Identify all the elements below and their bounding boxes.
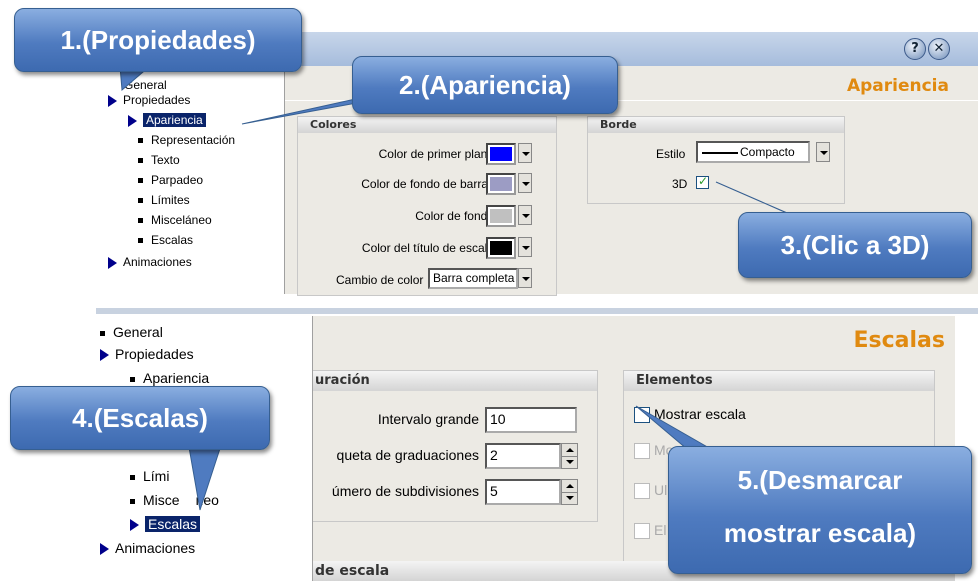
callout-clic-3d: 3.(Clic a 3D): [738, 212, 972, 278]
callout-line: mostrar escala): [723, 518, 917, 548]
callout-line: 5.(Desmarcar: [737, 465, 903, 495]
callout-desmarcar: 5.(Desmarcar mostrar escala): [668, 446, 972, 574]
callout-propiedades: 1.(Propiedades): [14, 8, 302, 72]
callout-escalas: 4.(Escalas): [10, 386, 270, 450]
callout-apariencia: 2.(Apariencia): [352, 56, 618, 114]
